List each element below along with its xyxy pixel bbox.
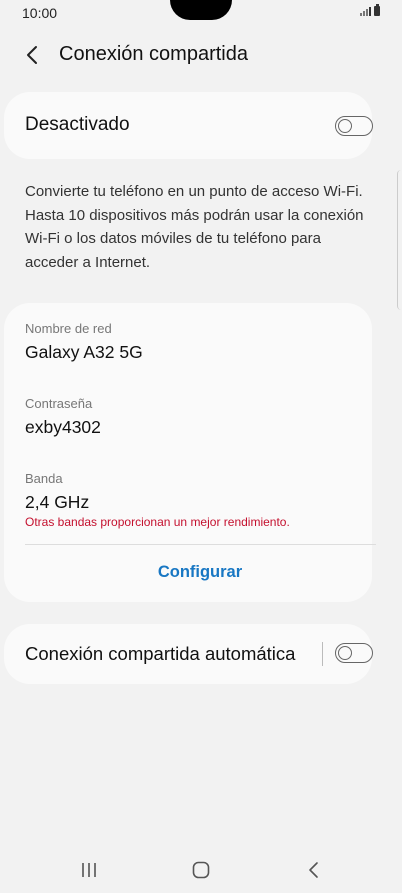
navigation-bar: [0, 845, 402, 893]
divider: [25, 544, 376, 545]
scroll-indicator: [397, 170, 402, 310]
network-details-card: Nombre de red Galaxy A32 5G Contraseña e…: [4, 303, 376, 602]
password-field: Contraseña exby4302: [25, 396, 101, 438]
back-button[interactable]: [18, 40, 48, 70]
auto-hotspot-label: Conexión compartida automática: [25, 643, 296, 664]
auto-hotspot-switch[interactable]: [335, 643, 373, 663]
back-icon: [309, 862, 318, 878]
network-name-label: Nombre de red: [25, 321, 112, 336]
status-time: 10:00: [22, 5, 58, 21]
recent-apps-button[interactable]: [74, 855, 104, 885]
home-button[interactable]: [186, 855, 216, 885]
chevron-left-icon: [27, 46, 37, 64]
network-name-value: Galaxy A32 5G: [25, 342, 143, 362]
nav-back-button[interactable]: [299, 855, 329, 885]
hotspot-state-label: Desactivado: [25, 114, 130, 135]
band-label: Banda: [25, 471, 63, 486]
hotspot-description: Convierte tu teléfono en un punto de acc…: [25, 183, 364, 271]
configure-button[interactable]: Configurar: [4, 563, 396, 582]
status-bar: 10:00: [0, 0, 402, 26]
band-warning: Otras bandas proporcionan un mejor rendi…: [25, 515, 290, 529]
camera-notch: [170, 0, 232, 20]
switch-knob: [338, 118, 352, 133]
status-icons: [360, 4, 380, 16]
home-icon: [192, 861, 210, 879]
network-name-field: Nombre de red Galaxy A32 5G: [25, 321, 143, 363]
password-value: exby4302: [25, 417, 101, 437]
hotspot-toggle-card[interactable]: Desactivado: [4, 92, 373, 159]
switch-knob: [338, 645, 352, 660]
band-field: Banda 2,4 GHz Otras bandas proporcionan …: [25, 471, 290, 529]
recent-apps-icon: [82, 863, 96, 877]
password-label: Contraseña: [25, 396, 93, 411]
battery-icon: [374, 4, 380, 16]
auto-hotspot-card[interactable]: Conexión compartida automática: [4, 624, 373, 684]
band-value: 2,4 GHz: [25, 492, 90, 512]
vertical-separator: [322, 642, 323, 666]
hotspot-switch[interactable]: [335, 116, 373, 136]
app-bar: Conexión compartida: [0, 30, 402, 80]
signal-icon: [360, 6, 371, 16]
page-title: Conexión compartida: [59, 43, 248, 65]
